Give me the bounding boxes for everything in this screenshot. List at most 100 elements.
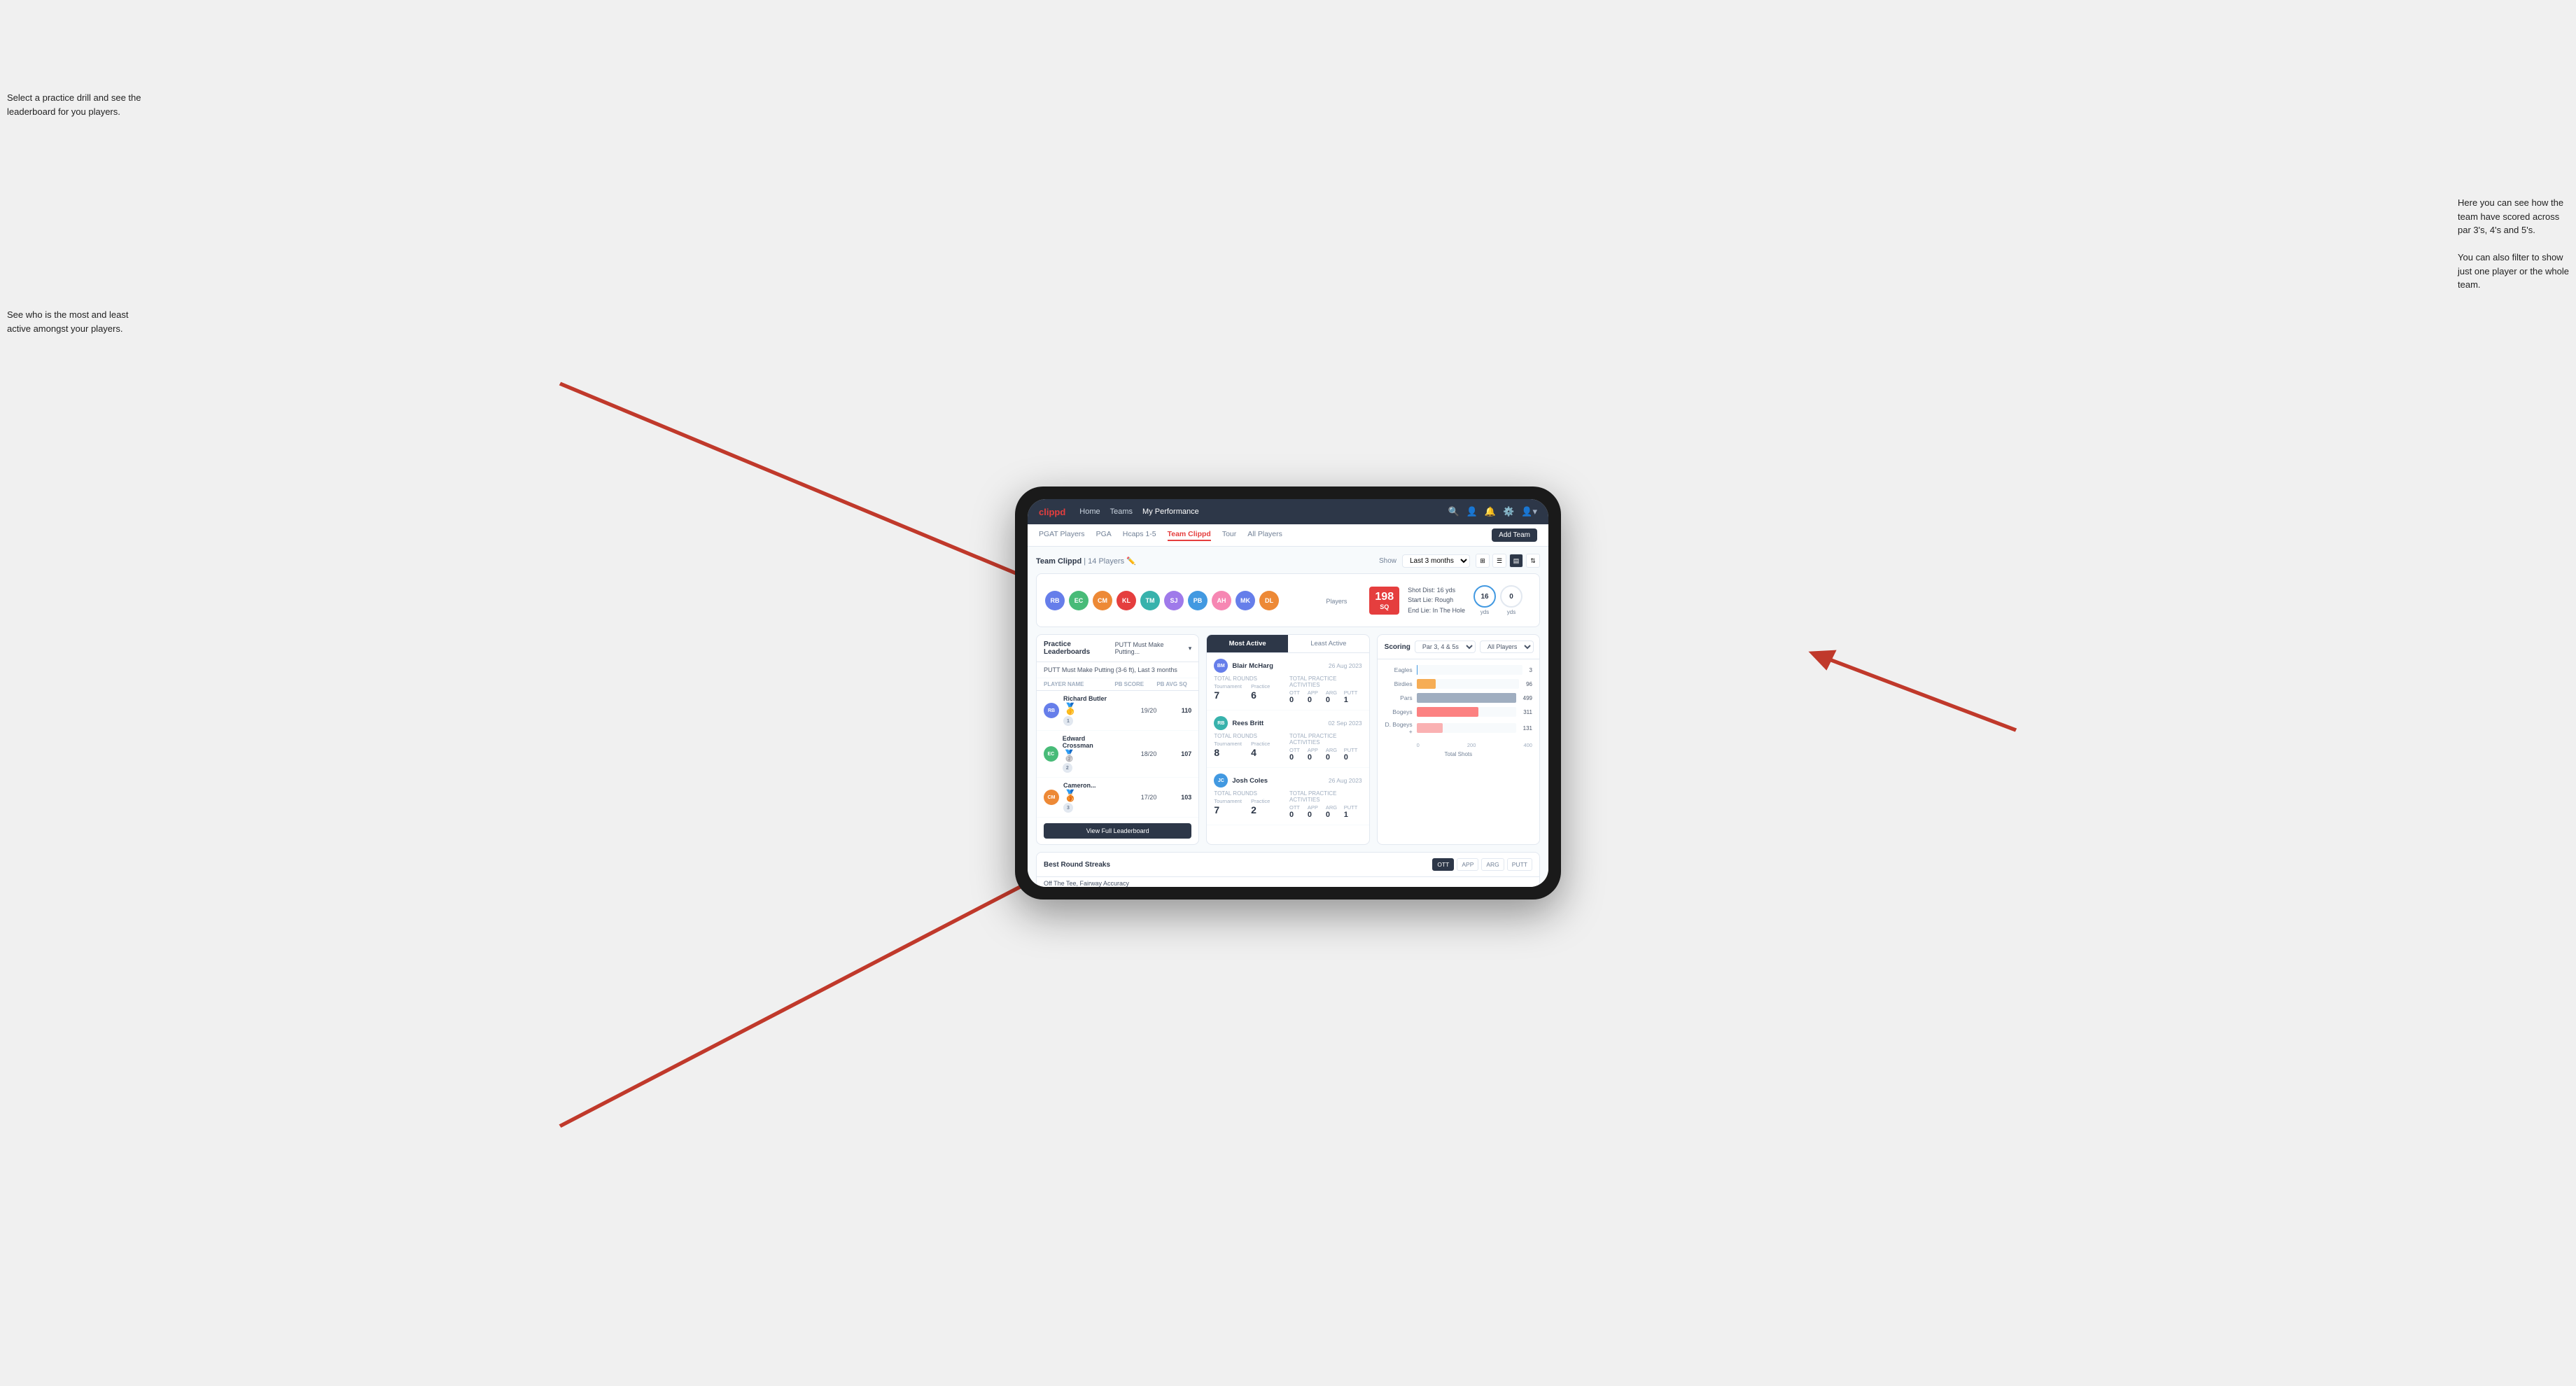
row1-avg: 110	[1156, 707, 1191, 714]
players-filter-select[interactable]: All Players	[1480, 640, 1534, 653]
activities-grid-3: OTT0 APP0 ARG0 PUTT1	[1289, 804, 1362, 819]
sub-nav: PGAT Players PGA Hcaps 1-5 Team Clippd T…	[1028, 524, 1548, 547]
view-list-icon[interactable]: ☰	[1492, 554, 1506, 568]
tournament-val-1: 7	[1214, 690, 1250, 701]
player-info-2: EC Edward Crossman 🥈 2	[1044, 735, 1114, 773]
tablet-frame: clippd Home Teams My Performance 🔍 👤 🔔 ⚙…	[1015, 486, 1561, 899]
ott-label-2: OTT	[1289, 747, 1308, 753]
three-column-layout: Practice Leaderboards PUTT Must Make Put…	[1036, 634, 1540, 845]
streaks-title: Best Round Streaks	[1044, 861, 1110, 869]
view-filter-icon[interactable]: ⇅	[1526, 554, 1540, 568]
avatar-5[interactable]: TM	[1140, 591, 1160, 610]
avatar-8[interactable]: AH	[1212, 591, 1231, 610]
bogeys-val: 311	[1523, 709, 1532, 715]
x-label-400: 400	[1523, 742, 1532, 748]
subnav-tour[interactable]: Tour	[1222, 530, 1236, 541]
practice-activities-2: Total Practice Activities OTT0 APP0 ARG0…	[1289, 733, 1362, 762]
nav-bar: clippd Home Teams My Performance 🔍 👤 🔔 ⚙…	[1028, 499, 1548, 524]
search-icon[interactable]: 🔍	[1448, 506, 1460, 517]
x-axis: 0 200 400	[1385, 739, 1532, 748]
putt-label-2: PUTT	[1344, 747, 1362, 753]
streaks-tab-arg[interactable]: ARG	[1481, 858, 1504, 871]
total-rounds-2: Total Rounds Tournament 8 Practice 4	[1214, 733, 1287, 762]
yds1-label: yds	[1474, 609, 1496, 615]
bar-row-eagles: Eagles 3	[1385, 665, 1532, 675]
row3-score: 17/20	[1114, 794, 1156, 801]
player-act-name-1: BM Blair McHarg	[1214, 659, 1273, 673]
leaderboard-title: Practice Leaderboards	[1044, 640, 1115, 656]
total-rounds-label-1: Total Rounds	[1214, 676, 1287, 682]
subnav-pga[interactable]: PGA	[1096, 530, 1112, 541]
bogeys-label: Bogeys	[1385, 708, 1413, 715]
practice-label-2: Practice	[1251, 741, 1287, 747]
tablet-screen: clippd Home Teams My Performance 🔍 👤 🔔 ⚙…	[1028, 499, 1548, 887]
eagles-label: Eagles	[1385, 666, 1413, 673]
profile-icon[interactable]: 👤▾	[1521, 506, 1537, 517]
avatar-1[interactable]: RB	[1045, 591, 1065, 610]
avatar-4[interactable]: KL	[1116, 591, 1136, 610]
leaderboard-filter[interactable]: PUTT Must Make Putting... ▾	[1115, 641, 1192, 655]
subnav-all-players[interactable]: All Players	[1247, 530, 1282, 541]
bar-row-dbogeys: D. Bogeys + 131	[1385, 721, 1532, 735]
tab-least-active[interactable]: Least Active	[1288, 635, 1369, 652]
practice-val-1: 6	[1251, 690, 1287, 701]
tournament-label-1: Tournament	[1214, 683, 1250, 690]
end-lie: End Lie: In The Hole	[1408, 606, 1465, 615]
putt-val-3: 1	[1344, 811, 1362, 819]
row1-rank: 1	[1063, 716, 1073, 726]
bell-icon[interactable]: 🔔	[1485, 506, 1496, 517]
avatar-3[interactable]: CM	[1093, 591, 1112, 610]
nav-link-home[interactable]: Home	[1079, 507, 1100, 516]
user-icon[interactable]: 👤	[1466, 506, 1478, 517]
avatar-10[interactable]: DL	[1259, 591, 1279, 610]
avatar-7[interactable]: PB	[1188, 591, 1208, 610]
streaks-tab-app[interactable]: APP	[1457, 858, 1478, 871]
table-row: RB Richard Butler 🥇 1 19/20 110	[1037, 691, 1198, 731]
act-avatar-2: RB	[1214, 716, 1228, 730]
streaks-tab-putt[interactable]: PUTT	[1507, 858, 1532, 871]
team-header: Team Clippd | 14 Players ✏️ Show Last 3 …	[1036, 554, 1540, 568]
bar-row-bogeys: Bogeys 311	[1385, 707, 1532, 717]
bar-row-birdies: Birdies 96	[1385, 679, 1532, 689]
avatar-6[interactable]: SJ	[1164, 591, 1184, 610]
nav-link-performance[interactable]: My Performance	[1142, 507, 1199, 516]
view-table-icon[interactable]: ▤	[1509, 554, 1523, 568]
settings-icon[interactable]: ⚙️	[1503, 506, 1514, 517]
dbogeys-bar	[1417, 723, 1443, 733]
row1-medal: 🥇	[1063, 704, 1077, 715]
row2-avatar: EC	[1044, 746, 1058, 762]
show-select[interactable]: Last 3 months	[1402, 554, 1470, 568]
subnav-pgat[interactable]: PGAT Players	[1039, 530, 1085, 541]
scoring-title: Scoring	[1385, 643, 1410, 651]
tab-most-active[interactable]: Most Active	[1207, 635, 1288, 652]
view-full-leaderboard-button[interactable]: View Full Leaderboard	[1044, 823, 1191, 839]
player-act-date-3: 26 Aug 2023	[1329, 777, 1362, 784]
tournament-label-3: Tournament	[1214, 798, 1250, 804]
x-label-0: 0	[1417, 742, 1420, 748]
avatar-9[interactable]: MK	[1236, 591, 1255, 610]
putt-label-3: PUTT	[1344, 804, 1362, 811]
col-avg-sq: PB AVG SQ	[1156, 681, 1191, 687]
subnav-hcaps[interactable]: Hcaps 1-5	[1123, 530, 1156, 541]
row3-name: Cameron...	[1063, 782, 1096, 789]
shot-circles: 16 yds 0 yds	[1474, 585, 1522, 615]
yds2-label: yds	[1500, 609, 1522, 615]
view-grid-icon[interactable]: ⊞	[1476, 554, 1490, 568]
players-label: Players	[1326, 598, 1347, 605]
nav-link-teams[interactable]: Teams	[1110, 507, 1133, 516]
par-filter-select[interactable]: Par 3, 4 & 5s	[1415, 640, 1476, 653]
row1-score: 19/20	[1114, 707, 1156, 714]
ott-val-2: 0	[1289, 753, 1308, 762]
player-act-date-1: 26 Aug 2023	[1329, 662, 1362, 669]
shot-info-card: 198 SQ Shot Dist: 16 yds Start Lie: Roug…	[1361, 580, 1531, 621]
practice-val-2: 4	[1251, 747, 1287, 758]
player-act-name-2: RB Rees Britt	[1214, 716, 1264, 730]
arg-label-3: ARG	[1326, 804, 1344, 811]
subnav-team[interactable]: Team Clippd	[1168, 530, 1211, 541]
add-team-button[interactable]: Add Team	[1492, 528, 1537, 542]
streaks-tab-ott[interactable]: OTT	[1432, 858, 1454, 871]
player-act-header-1: BM Blair McHarg 26 Aug 2023	[1214, 659, 1362, 673]
activities-grid-1: OTT0 APP0 ARG0 PUTT1	[1289, 690, 1362, 704]
avatar-2[interactable]: EC	[1069, 591, 1088, 610]
arg-val-1: 0	[1326, 696, 1344, 704]
